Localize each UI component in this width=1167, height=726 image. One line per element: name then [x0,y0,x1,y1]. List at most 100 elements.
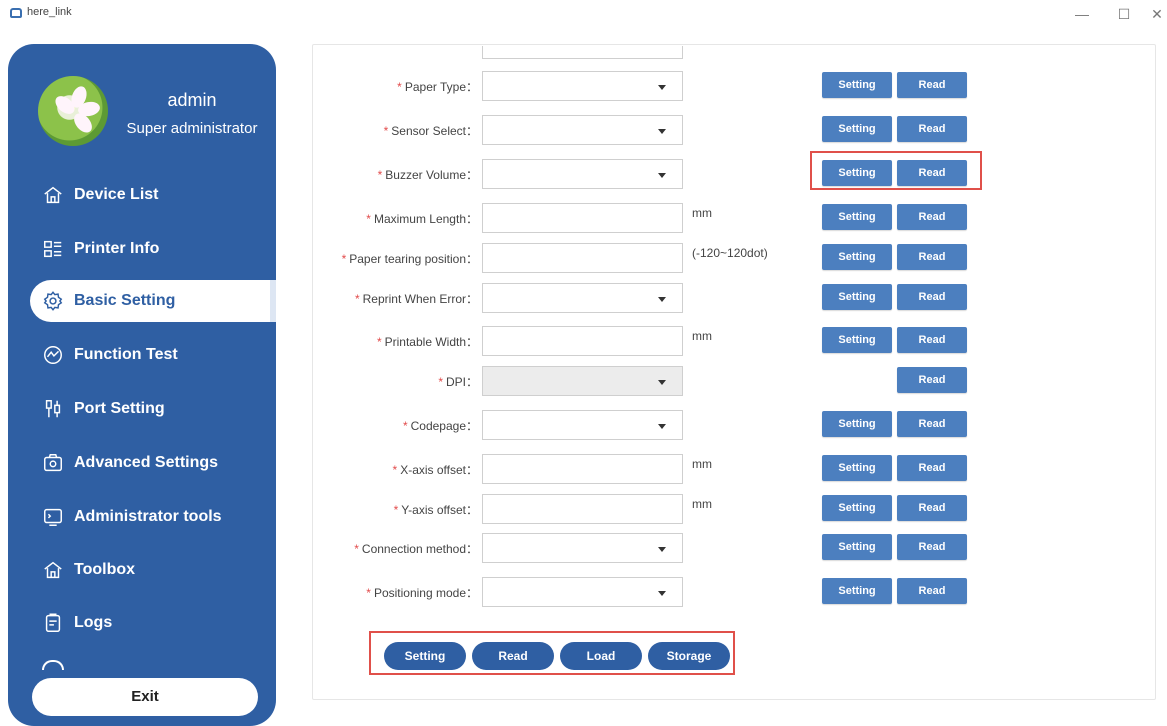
setting-button[interactable]: Setting [822,495,892,521]
setting-button[interactable]: Setting [822,327,892,353]
read-button[interactable]: Read [897,455,967,481]
setting-button[interactable]: Setting [822,72,892,98]
text-input[interactable] [482,203,683,233]
sidebar-item-label: Logs [74,614,113,631]
text-input[interactable] [482,454,683,484]
read-button[interactable]: Read [897,411,967,437]
bottom-load-button[interactable]: Load [560,642,642,670]
required-mark: * [376,335,382,349]
field-label-text: X-axis offset： [400,463,478,477]
read-button[interactable]: Read [897,116,967,142]
read-button[interactable]: Read [897,495,967,521]
required-mark: * [341,252,347,266]
chevron-down-icon [658,297,666,302]
field-label-text: DPI： [445,375,478,389]
field-label-text: Maximum Length： [373,212,478,226]
field-unit: (-120~120dot) [692,246,768,260]
field-unit: mm [692,457,712,471]
chevron-down-icon [658,85,666,90]
dropdown-select[interactable] [482,577,683,607]
read-button[interactable]: Read [897,72,967,98]
field-label-text: Connection method： [361,542,478,556]
bottom-storage-button[interactable]: Storage [648,642,730,670]
app-logo-icon [10,8,22,18]
field-partial-top[interactable] [482,46,683,59]
clipboard-icon [45,613,61,632]
setting-button[interactable]: Setting [822,411,892,437]
setting-button[interactable]: Setting [822,578,892,604]
required-mark: * [397,80,402,94]
form-row: * Paper Type： Setting Read [0,71,1167,101]
dropdown-select[interactable] [482,533,683,563]
field-label: * Printable Width： [377,333,478,350]
field-unit: mm [692,497,712,511]
field-label-text: Printable Width： [384,335,478,349]
required-mark: * [402,419,408,433]
field-label: * Maximum Length： [366,210,478,227]
field-unit: mm [692,206,712,220]
setting-button[interactable]: Setting [822,116,892,142]
required-mark: * [438,375,443,389]
required-mark: * [366,586,371,600]
partial-nav-icon [42,660,64,670]
read-button[interactable]: Read [897,244,967,270]
close-button[interactable]: ✕ [1145,4,1167,24]
form-row: * Codepage： Setting Read [0,410,1167,440]
field-label: * X-axis offset： [393,461,478,478]
read-button[interactable]: Read [897,204,967,230]
field-unit: mm [692,329,712,343]
form-row: * DPI： Read [0,366,1167,396]
read-button[interactable]: Read [897,327,967,353]
bottom-read-button[interactable]: Read [472,642,554,670]
chevron-down-icon [658,591,666,596]
form-row: * Positioning mode： Setting Read [0,577,1167,607]
setting-button[interactable]: Setting [822,284,892,310]
setting-button[interactable]: Setting [822,204,892,230]
required-mark: * [377,168,383,182]
maximize-button[interactable]: ☐ [1112,4,1136,24]
text-input[interactable] [482,494,683,524]
read-button[interactable]: Read [897,284,967,310]
read-button[interactable]: Read [897,534,967,560]
form-row: * Paper tearing position： (-120~120dot) Set… [0,243,1167,273]
text-input[interactable] [482,243,683,273]
exit-button[interactable]: Exit [32,678,258,716]
field-label: * Paper tearing position： [342,250,478,267]
field-label-text: Paper tearing position： [349,252,478,266]
setting-button[interactable]: Setting [822,455,892,481]
chevron-down-icon [658,129,666,134]
dropdown-select[interactable] [482,159,683,189]
field-label: * Positioning mode： [366,584,478,601]
field-label-text: Codepage： [410,419,478,433]
title-bar: here_link — ☐ ✕ [0,0,1167,30]
chevron-down-icon [658,173,666,178]
required-mark: * [366,212,371,226]
field-label-text: Buzzer Volume： [385,168,478,182]
chevron-down-icon [658,424,666,429]
field-label: * Reprint When Error： [355,290,478,307]
read-button[interactable]: Read [897,367,967,393]
field-label: * Paper Type： [397,78,478,95]
form-row: * Connection method： Setting Read [0,533,1167,563]
bottom-setting-button[interactable]: Setting [384,642,466,670]
dropdown-select[interactable] [482,366,683,396]
form-row: * Y-axis offset： mm Setting Read [0,494,1167,524]
dropdown-select[interactable] [482,410,683,440]
field-label-text: Sensor Select： [391,124,478,138]
dropdown-select[interactable] [482,115,683,145]
required-mark: * [392,463,398,477]
minimize-button[interactable]: — [1070,4,1094,24]
field-label-text: Y-axis offset： [401,503,478,517]
required-mark: * [354,542,359,556]
window-title: here_link [27,6,72,18]
dropdown-select[interactable] [482,283,683,313]
text-input[interactable] [482,326,683,356]
dropdown-select[interactable] [482,71,683,101]
read-button[interactable]: Read [897,578,967,604]
setting-button[interactable]: Setting [822,534,892,560]
field-label: * Y-axis offset： [394,501,478,518]
sidebar-item-logs[interactable]: Logs [30,602,276,644]
form-row: * Reprint When Error： Setting Read [0,283,1167,313]
setting-button[interactable]: Setting [822,244,892,270]
field-label: * Codepage： [403,417,478,434]
